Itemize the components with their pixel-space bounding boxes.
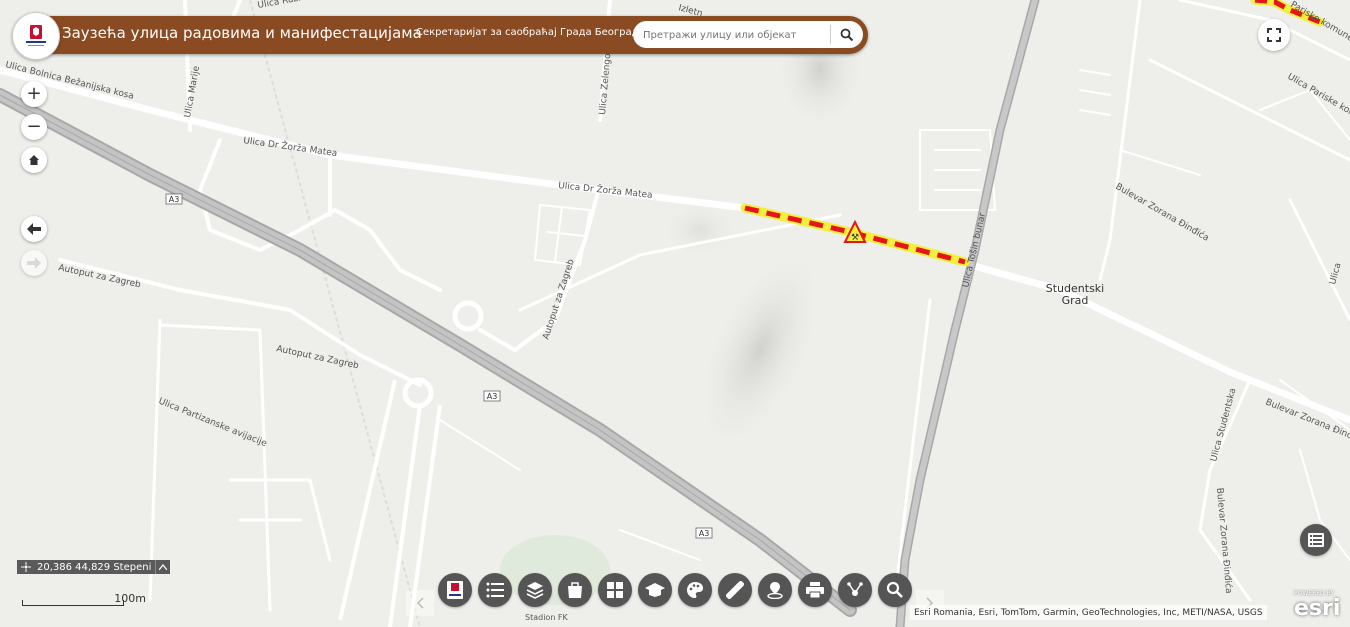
coordinate-value: 20,386 44,829 Stepeni xyxy=(37,561,152,573)
palette-icon xyxy=(687,582,703,598)
coordinate-display: 20,386 44,829 Stepeni xyxy=(17,560,171,574)
location-button[interactable] xyxy=(758,573,792,607)
grid-button[interactable] xyxy=(598,573,632,607)
print-icon xyxy=(806,582,824,598)
poi-label: Stadion FK xyxy=(525,613,568,622)
measure-button[interactable] xyxy=(718,573,752,607)
zoom-out-button[interactable]: − xyxy=(21,114,47,140)
road-shield: A3 xyxy=(483,390,501,402)
crosshair-icon[interactable] xyxy=(19,560,33,574)
esri-logo[interactable]: POWERED BY esri xyxy=(1290,590,1342,624)
esri-brand: esri xyxy=(1294,596,1341,621)
share-icon xyxy=(847,582,863,596)
app-title: Заузећа улица радовима и манифестацијама xyxy=(62,24,422,42)
home-button[interactable] xyxy=(21,147,47,173)
fullscreen-button[interactable] xyxy=(1258,19,1290,51)
home-icon xyxy=(29,155,39,165)
grid-icon xyxy=(607,582,623,598)
plus-icon: + xyxy=(26,83,42,104)
education-button[interactable] xyxy=(638,573,672,607)
next-extent-button[interactable] xyxy=(21,250,47,276)
zoom-in-button[interactable]: + xyxy=(21,81,47,107)
chevron-up-icon xyxy=(159,564,168,570)
search-icon xyxy=(840,28,854,42)
legend-list-icon xyxy=(1308,533,1324,547)
arrow-left-icon xyxy=(27,223,41,235)
bottom-toolbar xyxy=(438,573,912,607)
location-icon xyxy=(767,582,783,599)
scale-label: 100m xyxy=(114,592,146,605)
search-icon xyxy=(886,581,903,598)
city-logo[interactable] xyxy=(12,12,60,60)
list-icon xyxy=(486,582,504,598)
city-emblem-icon xyxy=(26,25,46,46)
minus-icon: − xyxy=(26,116,42,137)
basemap-icon xyxy=(568,582,582,598)
app-subtitle: Секретаријат за саобраћај Града Београда xyxy=(416,27,645,38)
svg-text:A3: A3 xyxy=(169,195,180,204)
scale-bar: 100m xyxy=(22,592,146,606)
svg-text:A3: A3 xyxy=(487,392,498,401)
about-button[interactable] xyxy=(438,573,472,607)
map-attribution: Esri Romania, Esri, TomTom, Garmin, GeoT… xyxy=(910,605,1267,620)
svg-text:A3: A3 xyxy=(699,529,710,538)
svg-text:⚒: ⚒ xyxy=(851,233,859,243)
search-button[interactable] xyxy=(837,25,857,45)
search-tool-button[interactable] xyxy=(878,573,912,607)
search-box xyxy=(633,21,863,48)
layers-icon xyxy=(526,582,544,599)
toolbar-scroll-left[interactable] xyxy=(406,590,434,616)
previous-extent-button[interactable] xyxy=(21,216,47,242)
ruler-icon xyxy=(726,581,744,599)
scale-line xyxy=(22,600,124,606)
road-shield: A3 xyxy=(695,527,713,539)
logo-icon xyxy=(447,581,463,599)
fullscreen-icon xyxy=(1267,28,1281,42)
basemap-button[interactable] xyxy=(558,573,592,607)
area-label: Grad xyxy=(1062,294,1089,307)
print-button[interactable] xyxy=(798,573,832,607)
education-icon xyxy=(645,583,665,597)
palette-button[interactable] xyxy=(678,573,712,607)
legend-button[interactable] xyxy=(1300,524,1332,556)
layers-button[interactable] xyxy=(518,573,552,607)
coordinate-toggle-button[interactable] xyxy=(155,560,170,574)
search-divider xyxy=(830,25,831,44)
list-button[interactable] xyxy=(478,573,512,607)
arrow-right-icon xyxy=(27,257,41,269)
map-canvas[interactable]: ⚒ A3 A3 A3 Ulica Bolnica Bežanijska kosa… xyxy=(0,0,1350,627)
search-input[interactable] xyxy=(641,25,830,45)
chevron-left-icon xyxy=(416,597,424,609)
share-button[interactable] xyxy=(838,573,872,607)
road-shield: A3 xyxy=(165,193,183,205)
